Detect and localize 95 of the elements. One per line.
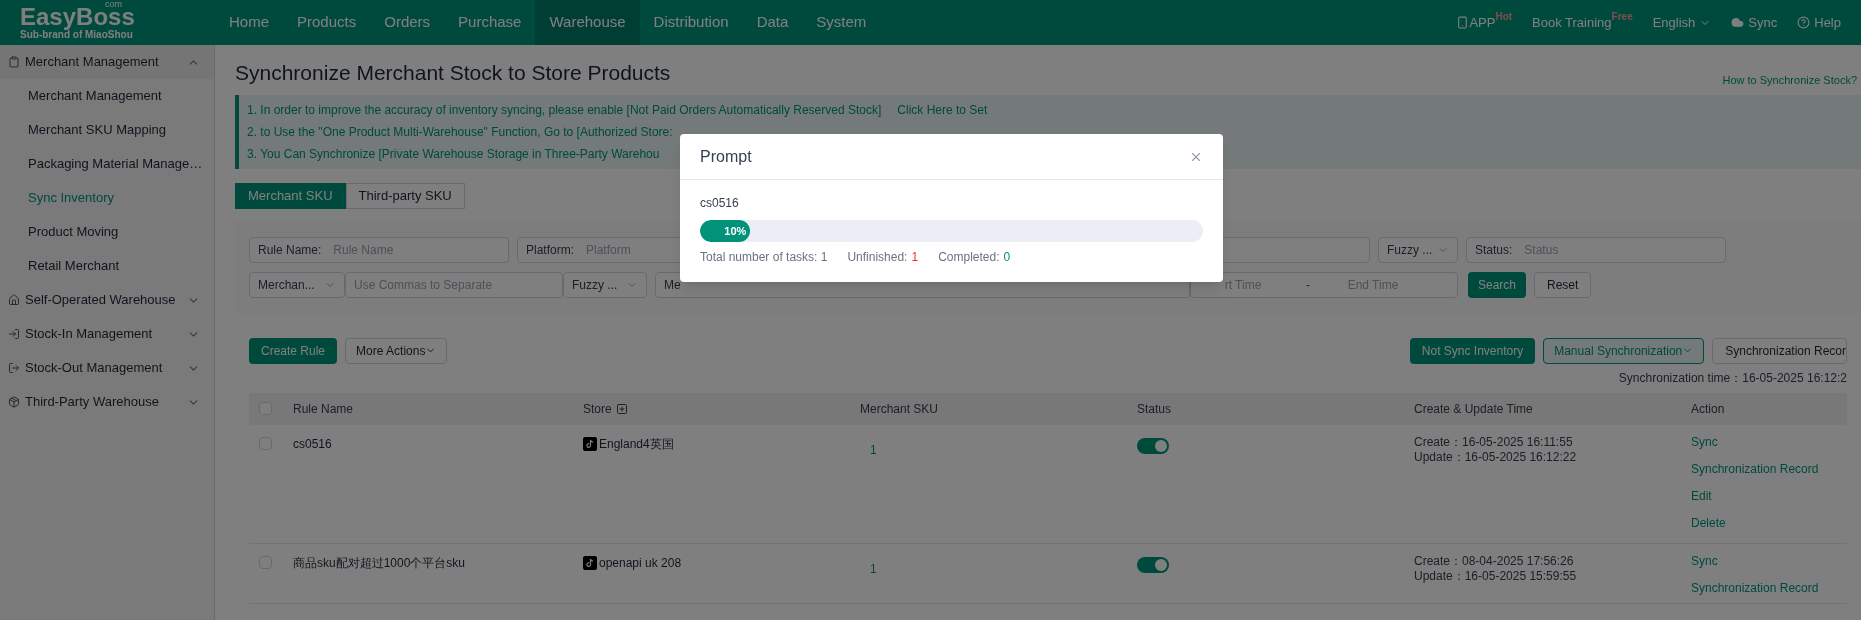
create-rule-button[interactable]: Create Rule bbox=[249, 337, 338, 364]
expand-icon[interactable] bbox=[615, 402, 628, 415]
nav-tab[interactable]: System bbox=[802, 0, 881, 45]
sidebar-item[interactable]: Packaging Material Manage… bbox=[0, 147, 214, 181]
action-link[interactable]: Sync bbox=[1691, 553, 1847, 569]
sidebar-item[interactable]: Merchant SKU Mapping bbox=[0, 113, 214, 147]
music-note-icon bbox=[583, 436, 597, 451]
manual-sync-button[interactable]: Manual Synchronization bbox=[1543, 337, 1705, 364]
free-label: Free bbox=[1611, 10, 1633, 22]
nav-tab[interactable]: Warehouse bbox=[535, 0, 640, 45]
nav-tab[interactable]: Purchase bbox=[444, 0, 536, 45]
sidebar-item[interactable]: Product Moving bbox=[0, 215, 214, 249]
column-header: Status bbox=[1137, 400, 1172, 418]
unfinished-count: 1 bbox=[911, 249, 919, 266]
sync-button[interactable]: Sync bbox=[1731, 12, 1778, 33]
sku-count-link[interactable]: 1 bbox=[870, 561, 877, 576]
notice-text: 2. to Use the "One Product Multi-Warehouse" Function, Go to [Authorized Store: bbox=[247, 123, 673, 141]
action-link[interactable]: Synchronization Record bbox=[1691, 461, 1847, 477]
nav-tab[interactable]: Data bbox=[742, 0, 803, 45]
sku-tab[interactable]: Merchant SKU bbox=[235, 182, 346, 209]
hot-label: Hot bbox=[1495, 10, 1513, 22]
sync-record-button[interactable]: Synchronization Recor bbox=[1712, 337, 1847, 364]
help-button[interactable]: Help bbox=[1797, 12, 1841, 33]
sidebar-section[interactable]: Self-Operated Warehouse bbox=[0, 283, 214, 317]
status-toggle[interactable] bbox=[1137, 556, 1169, 573]
section-icon bbox=[8, 396, 20, 408]
sidebar-item[interactable]: Sync Inventory bbox=[0, 181, 214, 215]
phone-icon bbox=[1456, 16, 1470, 29]
select-dropdown[interactable]: Fuzzy ... bbox=[563, 271, 647, 298]
field-label: Rule Name: bbox=[258, 241, 322, 259]
task-name: cs0516 bbox=[700, 195, 740, 212]
section-icon bbox=[8, 362, 20, 374]
range-separator: - bbox=[1305, 276, 1311, 294]
section-icon bbox=[8, 294, 20, 306]
select-dropdown[interactable]: Fuzzy ... bbox=[1378, 236, 1458, 263]
column-header: Rule Name bbox=[293, 400, 354, 418]
status-toggle[interactable] bbox=[1137, 437, 1169, 454]
sku-tab[interactable]: Third-party SKU bbox=[345, 182, 465, 209]
nav-tab[interactable]: Orders bbox=[370, 0, 445, 45]
field-label: Status: bbox=[1475, 241, 1513, 259]
create-time: Create：16-05-2025 16:11:55 bbox=[1414, 434, 1574, 450]
column-header: Create & Update Time bbox=[1414, 400, 1533, 418]
section-icon bbox=[8, 56, 20, 68]
progress-percent: 10% bbox=[724, 223, 747, 239]
logo-suffix: com bbox=[105, 0, 122, 9]
unfinished-label: Unfinished: bbox=[847, 249, 908, 266]
rule-name-cell: 商品sku配对超过1000个平台sku bbox=[293, 555, 466, 570]
page-title: Synchronize Merchant Stock to Store Products bbox=[235, 60, 671, 86]
notice-text: 3. You Can Synchronize [Private Warehouse Storage in Three-Party Warehou bbox=[247, 145, 660, 163]
update-time: Update：16-05-2025 15:59:55 bbox=[1414, 568, 1578, 584]
language-select[interactable]: English bbox=[1652, 12, 1712, 33]
sidebar-section[interactable]: Third-Party Warehouse bbox=[0, 385, 214, 419]
cloud-icon bbox=[1731, 16, 1745, 29]
total-tasks: Total number of tasks: 1 bbox=[700, 249, 828, 266]
field-label: Platform: bbox=[526, 241, 574, 259]
completed-label: Completed: bbox=[938, 249, 1000, 266]
search-button[interactable]: Search bbox=[1468, 271, 1527, 298]
section-icon bbox=[8, 328, 20, 340]
not-sync-button[interactable]: Not Sync Inventory bbox=[1409, 337, 1536, 364]
action-link[interactable]: Edit bbox=[1691, 488, 1847, 504]
sidebar-section[interactable]: Stock-Out Management bbox=[0, 351, 214, 385]
store-cell-text: openapi uk 208 bbox=[599, 554, 682, 572]
reset-button[interactable]: Reset bbox=[1534, 271, 1592, 298]
music-note-icon bbox=[583, 555, 597, 570]
completed-count: 0 bbox=[1003, 249, 1011, 266]
more-actions-button[interactable]: More Actions bbox=[345, 337, 448, 364]
create-time: Create：08-04-2025 17:56:26 bbox=[1414, 553, 1575, 569]
update-time: Update：16-05-2025 16:12:22 bbox=[1414, 449, 1578, 465]
training-link[interactable]: Book Training bbox=[1532, 12, 1612, 33]
help-icon bbox=[1797, 16, 1811, 29]
select-dropdown[interactable]: Merchan... bbox=[249, 271, 345, 298]
help-link[interactable]: How to Synchronize Stock? bbox=[1722, 72, 1857, 89]
sidebar-section[interactable]: Merchant Management bbox=[0, 45, 214, 79]
dialog-title: Prompt bbox=[700, 146, 752, 167]
sku-count-link[interactable]: 1 bbox=[870, 442, 877, 457]
action-link[interactable]: Delete bbox=[1691, 515, 1847, 531]
sidebar-section[interactable]: Stock-In Management bbox=[0, 317, 214, 351]
nav-tab[interactable]: Products bbox=[283, 0, 371, 45]
notice-text: 1. In order to improve the accuracy of inventory syncing, please enable [Not Paid Orders Automatically Reserved Stock] bbox=[247, 101, 882, 119]
action-link[interactable]: Sync bbox=[1691, 434, 1847, 450]
field-label: Me bbox=[664, 276, 681, 294]
set-link[interactable]: Click Here to Set bbox=[897, 100, 988, 119]
sidebar-item[interactable]: Retail Merchant bbox=[0, 249, 214, 283]
sync-time: Synchronization time：16-05-2025 16:12:2 bbox=[1618, 369, 1847, 387]
sidebar-item[interactable]: Merchant Management bbox=[0, 79, 214, 113]
action-link[interactable]: Synchronization Record bbox=[1691, 580, 1847, 596]
nav-tab[interactable]: Home bbox=[215, 0, 283, 45]
logo-tagline: Sub-brand of MiaoShou bbox=[20, 30, 133, 40]
nav-tab[interactable]: Distribution bbox=[639, 0, 743, 45]
app-link[interactable]: APP bbox=[1469, 12, 1496, 33]
column-header: Store bbox=[583, 400, 612, 418]
store-cell-text: England4英国 bbox=[599, 435, 674, 453]
rule-name-cell: cs0516 bbox=[293, 436, 332, 451]
column-header: Action bbox=[1691, 400, 1725, 418]
column-header: Merchant SKU bbox=[860, 400, 939, 418]
